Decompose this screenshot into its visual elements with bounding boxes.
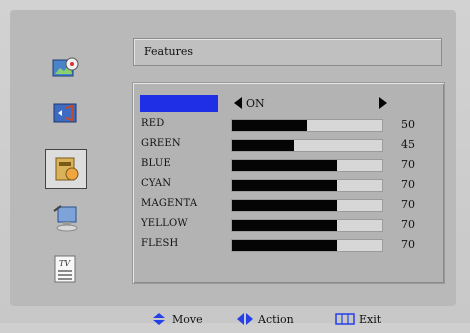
- slider-fill: [232, 180, 337, 191]
- setting-value: 70: [401, 178, 415, 191]
- tv-guide-icon[interactable]: TV: [45, 250, 85, 288]
- setting-label: MAGENTA: [141, 198, 198, 209]
- page-title: Features: [144, 45, 194, 58]
- setting-label: FLESH: [141, 238, 179, 249]
- setting-slider[interactable]: [231, 219, 383, 232]
- features-panel: ON RED 50 GREEN 45 BLUE 70 CYAN 70 MAGEN…: [132, 82, 445, 284]
- action-arrows-icon: [237, 313, 253, 325]
- color-setting-row[interactable]: FLESH 70: [133, 234, 444, 254]
- option-value: ON: [246, 97, 265, 110]
- color-setting-row[interactable]: YELLOW 70: [133, 214, 444, 234]
- color-setting-row[interactable]: CYAN 70: [133, 174, 444, 194]
- setting-value: 50: [401, 118, 415, 131]
- move-hint: Move: [150, 312, 203, 326]
- slider-fill: [232, 240, 337, 251]
- color-setting-row[interactable]: GREEN 45: [133, 134, 444, 154]
- color-setting-row[interactable]: BLUE 70: [133, 154, 444, 174]
- footer-hints: Move Action Exit: [10, 308, 470, 333]
- exit-hint: Exit: [335, 312, 381, 326]
- action-label: Action: [258, 312, 294, 326]
- setting-value: 70: [401, 198, 415, 211]
- slider-fill: [232, 120, 307, 131]
- setting-value: 70: [401, 158, 415, 171]
- menu-title-box: Features: [133, 38, 442, 66]
- selected-option-row[interactable]: ON: [133, 93, 444, 113]
- setting-slider[interactable]: [231, 239, 383, 252]
- right-arrow-icon[interactable]: [379, 97, 387, 109]
- picture-icon[interactable]: [45, 52, 85, 90]
- setting-slider[interactable]: [231, 179, 383, 192]
- exit-menu-icon: [335, 313, 355, 325]
- setting-label: CYAN: [141, 178, 172, 189]
- color-setting-row[interactable]: MAGENTA 70: [133, 194, 444, 214]
- action-hint: Action: [236, 312, 294, 326]
- move-arrows-icon: [153, 313, 165, 325]
- setting-slider[interactable]: [231, 159, 383, 172]
- slider-fill: [232, 140, 294, 151]
- slider-fill: [232, 160, 337, 171]
- svg-text:TV: TV: [59, 259, 71, 268]
- setting-label: GREEN: [141, 138, 181, 149]
- setting-label: YELLOW: [141, 218, 188, 229]
- tv-osd-screen: TV Features ON RED 50 GREEN 45 BLUE 70 C…: [0, 0, 470, 326]
- features-icon[interactable]: [45, 149, 87, 189]
- osd-frame: TV Features ON RED 50 GREEN 45 BLUE 70 C…: [10, 10, 456, 326]
- color-setting-row[interactable]: RED 50: [133, 114, 444, 134]
- setting-slider[interactable]: [231, 139, 383, 152]
- setting-value: 70: [401, 238, 415, 251]
- left-arrow-icon[interactable]: [234, 97, 242, 109]
- option-value-selector[interactable]: ON: [234, 94, 387, 112]
- slider-fill: [232, 200, 337, 211]
- setting-slider[interactable]: [231, 199, 383, 212]
- setting-value: 45: [401, 138, 415, 151]
- exit-label: Exit: [359, 312, 382, 326]
- setting-slider[interactable]: [231, 119, 383, 132]
- setup-icon[interactable]: [45, 198, 85, 236]
- sidebar: TV: [10, 10, 130, 306]
- setting-label: BLUE: [141, 158, 171, 169]
- sound-icon[interactable]: [45, 94, 85, 132]
- setting-value: 70: [401, 218, 415, 231]
- selected-option-label: [140, 95, 218, 112]
- setting-label: RED: [141, 118, 165, 129]
- move-label: Move: [172, 312, 203, 326]
- slider-fill: [232, 220, 337, 231]
